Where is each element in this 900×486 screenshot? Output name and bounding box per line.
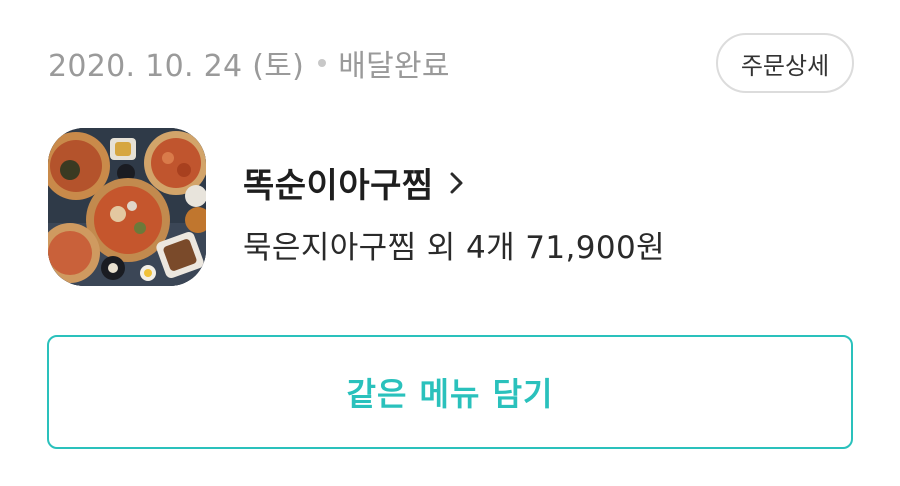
chevron-right-icon bbox=[450, 172, 463, 193]
store-thumbnail[interactable] bbox=[48, 128, 206, 286]
order-card: 2020. 10. 24 (토) 배달완료 주문상세 똑순이아구찜 묵은지아구찜… bbox=[0, 0, 900, 486]
store-name: 똑순이아구찜 bbox=[243, 166, 434, 206]
separator-dot bbox=[318, 59, 327, 67]
reorder-same-menu-button[interactable]: 같은 메뉴 담기 bbox=[47, 335, 853, 449]
order-status: 배달완료 bbox=[338, 49, 450, 84]
food-photo bbox=[48, 128, 206, 286]
order-detail-button[interactable]: 주문상세 bbox=[716, 33, 854, 93]
order-summary: 묵은지아구찜 외 4개 71,900원 bbox=[243, 230, 666, 266]
order-date: 2020. 10. 24 (토) bbox=[48, 49, 305, 84]
store-link[interactable]: 똑순이아구찜 bbox=[243, 158, 466, 207]
order-header: 2020. 10. 24 (토) 배달완료 bbox=[48, 40, 450, 86]
